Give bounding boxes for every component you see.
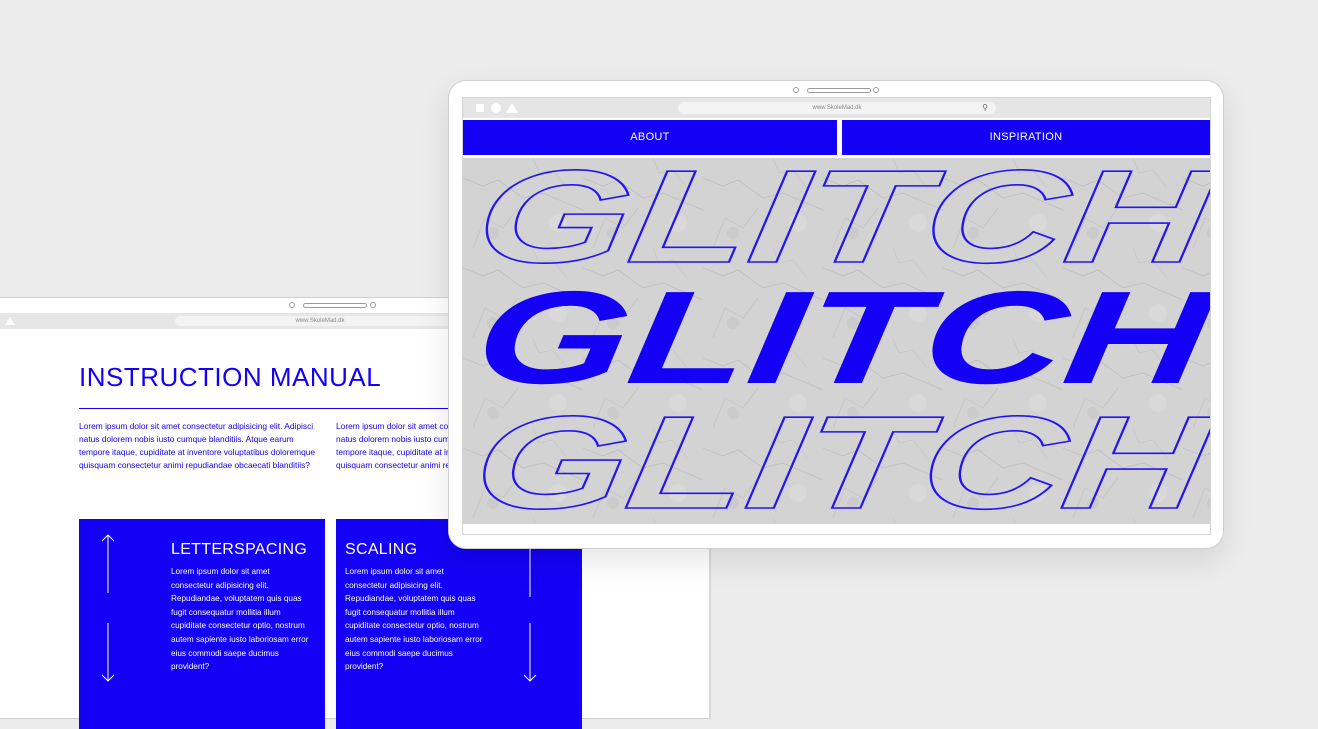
glitch-artwork: GLITCH GLITCH GLITCH bbox=[463, 158, 1210, 524]
nav-about-button[interactable]: ABOUT bbox=[463, 120, 837, 155]
glitch-word-outline-bottom: GLITCH bbox=[466, 390, 1210, 524]
url-text: www.SkoleMad.dk bbox=[812, 105, 862, 111]
nav-inspiration-button[interactable]: INSPIRATION bbox=[842, 120, 1210, 155]
triangle-icon[interactable] bbox=[5, 317, 15, 325]
search-icon[interactable]: ⚲ bbox=[982, 102, 988, 114]
browser-bar: www.SkoleMad.dk ⚲ bbox=[463, 98, 1210, 118]
camera-icon bbox=[793, 87, 799, 93]
camera-icon bbox=[289, 302, 295, 308]
glitch-hero-image: GLITCH GLITCH GLITCH bbox=[463, 158, 1210, 524]
tablet-screen: www.SkoleMad.dk ⚲ ABOUT INSPIRATION GLIT… bbox=[462, 97, 1211, 535]
arrow-down-icon bbox=[101, 623, 115, 682]
speaker-slot bbox=[807, 88, 871, 93]
sensor-icon bbox=[873, 87, 879, 93]
circle-icon[interactable] bbox=[491, 103, 501, 113]
intro-paragraph-1: Lorem ipsum dolor sit amet consectetur a… bbox=[79, 421, 316, 470]
square-icon[interactable] bbox=[476, 104, 484, 112]
card-text: Lorem ipsum dolor sit amet consectetur a… bbox=[171, 567, 309, 672]
sensor-icon bbox=[370, 302, 376, 308]
triangle-icon[interactable] bbox=[506, 103, 518, 113]
page-title: INSTRUCTION MANUAL bbox=[79, 362, 382, 392]
arrow-down-icon bbox=[523, 623, 537, 682]
glitch-tablet-window: www.SkoleMad.dk ⚲ ABOUT INSPIRATION GLIT… bbox=[448, 80, 1224, 549]
url-field[interactable]: www.SkoleMad.dk bbox=[175, 316, 465, 326]
arrow-up-icon bbox=[101, 534, 115, 593]
card-title: LETTERSPACING bbox=[171, 541, 308, 558]
top-navigation: ABOUT INSPIRATION bbox=[463, 120, 1210, 155]
card-text: Lorem ipsum dolor sit amet consectetur a… bbox=[345, 567, 483, 672]
card-title: SCALING bbox=[345, 541, 418, 558]
url-field[interactable]: www.SkoleMad.dk ⚲ bbox=[678, 102, 996, 114]
speaker-slot bbox=[303, 303, 367, 308]
